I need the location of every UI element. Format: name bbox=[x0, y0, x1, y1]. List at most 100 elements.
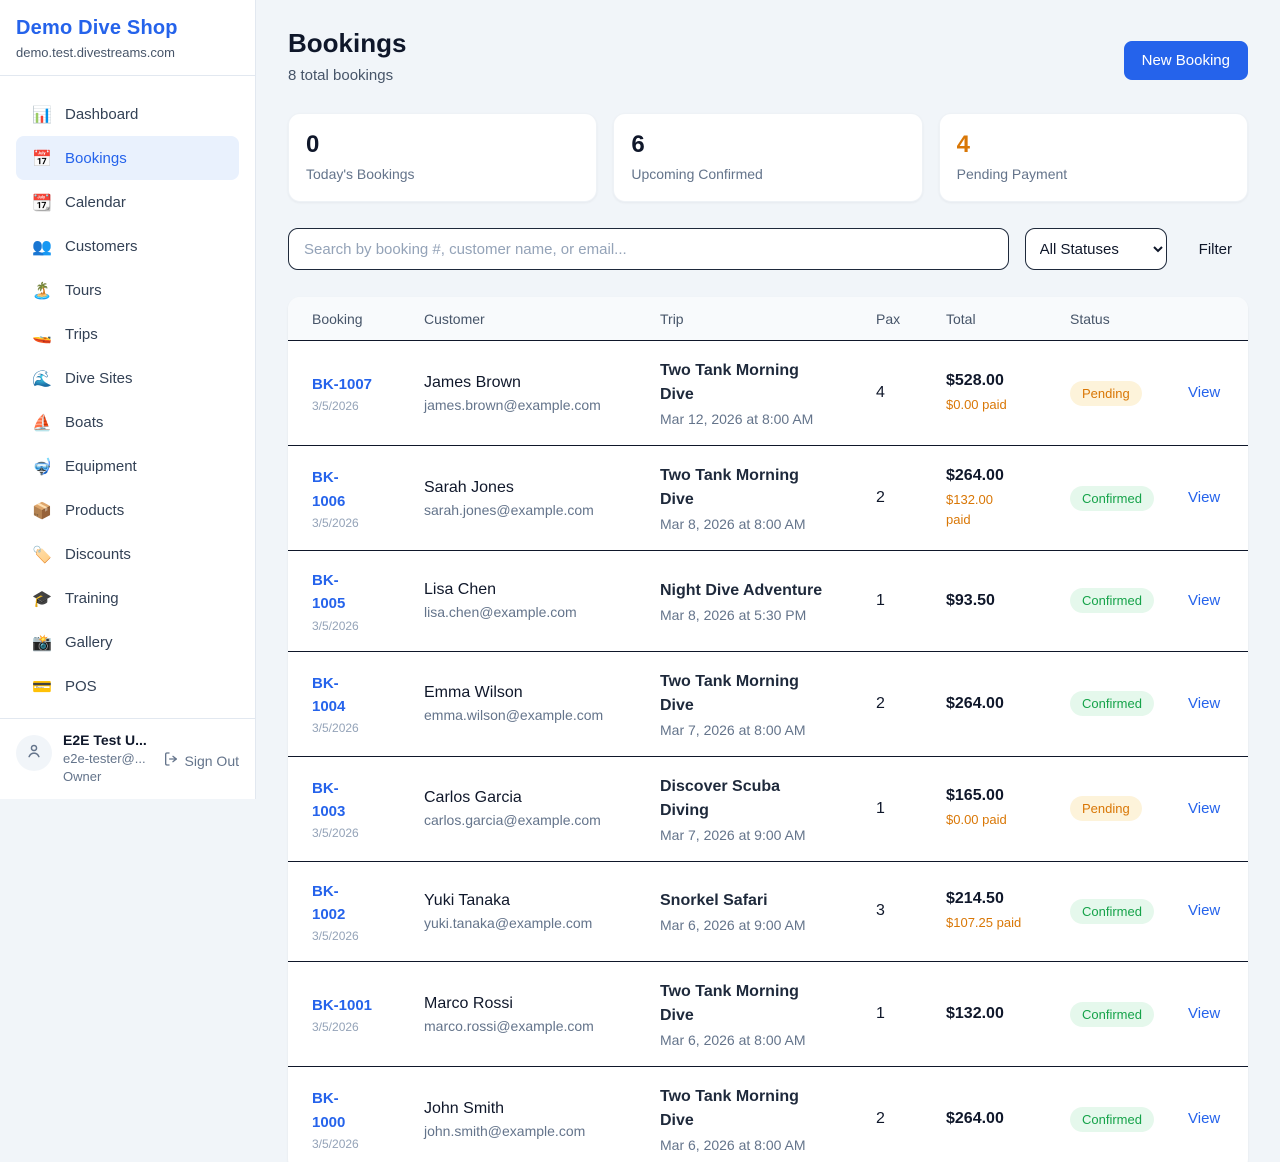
trip-name: Two Tank Morning Dive bbox=[660, 359, 876, 407]
trip-datetime: Mar 8, 2026 at 5:30 PM bbox=[660, 607, 876, 623]
page-header: Bookings 8 total bookings New Booking bbox=[288, 28, 1248, 84]
stats-row: 0 Today's Bookings 6 Upcoming Confirmed … bbox=[288, 113, 1248, 202]
sidebar-item-customers[interactable]: 👥Customers bbox=[16, 224, 239, 268]
sidebar-item-bookings[interactable]: 📅Bookings bbox=[16, 136, 239, 180]
graduation-cap-icon: 🎓 bbox=[32, 589, 52, 608]
trip-cell: Two Tank Morning DiveMar 6, 2026 at 8:00… bbox=[660, 1085, 876, 1153]
search-input[interactable] bbox=[288, 228, 1009, 270]
actions-cell: View bbox=[1188, 384, 1224, 402]
island-icon: 🏝️ bbox=[32, 281, 52, 300]
sidebar-item-tours[interactable]: 🏝️Tours bbox=[16, 268, 239, 312]
customer-email: sarah.jones@example.com bbox=[424, 502, 660, 518]
customer-email: marco.rossi@example.com bbox=[424, 1018, 660, 1034]
view-link[interactable]: View bbox=[1188, 800, 1220, 817]
new-booking-button[interactable]: New Booking bbox=[1124, 41, 1248, 80]
dive-mask-icon: 🤿 bbox=[32, 457, 52, 476]
sidebar-item-label: Discounts bbox=[65, 546, 131, 563]
pax-count: 1 bbox=[876, 800, 946, 818]
booking-id-link[interactable]: BK- 1003 bbox=[312, 777, 424, 824]
trip-datetime: Mar 8, 2026 at 8:00 AM bbox=[660, 516, 876, 532]
sidebar-item-label: Dive Sites bbox=[65, 370, 133, 387]
sign-out-button[interactable]: Sign Out bbox=[163, 751, 239, 770]
booking-cell: BK- 10053/5/2026 bbox=[312, 569, 424, 633]
view-link[interactable]: View bbox=[1188, 384, 1220, 401]
sidebar-item-gallery[interactable]: 📸Gallery bbox=[16, 620, 239, 664]
tag-icon: 🏷️ bbox=[32, 545, 52, 564]
paid-amount: $0.00 paid bbox=[946, 810, 1070, 830]
sidebar-item-calendar[interactable]: 📆Calendar bbox=[16, 180, 239, 224]
trip-name: Two Tank Morning Dive bbox=[660, 980, 876, 1028]
booking-id-link[interactable]: BK-1007 bbox=[312, 373, 424, 396]
view-link[interactable]: View bbox=[1188, 1005, 1220, 1022]
tear-calendar-icon: 📆 bbox=[32, 193, 52, 212]
total-cell: $264.00 bbox=[946, 1110, 1070, 1128]
bookings-table: Booking Customer Trip Pax Total Status B… bbox=[288, 297, 1248, 1162]
filter-button[interactable]: Filter bbox=[1183, 233, 1248, 266]
customer-email: carlos.garcia@example.com bbox=[424, 812, 660, 828]
total-cell: $264.00$132.00 paid bbox=[946, 467, 1070, 529]
customer-email: james.brown@example.com bbox=[424, 397, 660, 413]
customer-cell: John Smithjohn.smith@example.com bbox=[424, 1100, 660, 1139]
sidebar-item-products[interactable]: 📦Products bbox=[16, 488, 239, 532]
speedboat-icon: 🚤 bbox=[32, 325, 52, 344]
user-card: E2E Test U... e2e-tester@... Owner Sign … bbox=[0, 718, 255, 799]
status-cell: Confirmed bbox=[1070, 691, 1188, 716]
trip-datetime: Mar 7, 2026 at 9:00 AM bbox=[660, 827, 876, 843]
brand-domain: demo.test.divestreams.com bbox=[16, 45, 239, 60]
view-link[interactable]: View bbox=[1188, 592, 1220, 609]
trip-datetime: Mar 12, 2026 at 8:00 AM bbox=[660, 411, 876, 427]
status-badge: Confirmed bbox=[1070, 588, 1154, 613]
users-icon: 👥 bbox=[32, 237, 52, 256]
status-filter-select[interactable]: All Statuses bbox=[1025, 228, 1167, 270]
pax-count: 2 bbox=[876, 695, 946, 713]
pax-count: 1 bbox=[876, 1005, 946, 1023]
booking-id-link[interactable]: BK- 1006 bbox=[312, 466, 424, 513]
table-row: BK- 10033/5/2026Carlos Garciacarlos.garc… bbox=[288, 756, 1248, 861]
sidebar-item-trips[interactable]: 🚤Trips bbox=[16, 312, 239, 356]
customer-name: James Brown bbox=[424, 374, 660, 392]
trip-name: Snorkel Safari bbox=[660, 889, 876, 913]
trip-datetime: Mar 6, 2026 at 8:00 AM bbox=[660, 1137, 876, 1153]
sidebar-item-training[interactable]: 🎓Training bbox=[16, 576, 239, 620]
sidebar-item-label: Dashboard bbox=[65, 106, 138, 123]
status-badge: Pending bbox=[1070, 381, 1142, 406]
column-header-total: Total bbox=[946, 311, 1070, 327]
sidebar-item-discounts[interactable]: 🏷️ Discounts bbox=[16, 532, 239, 576]
customer-name: Carlos Garcia bbox=[424, 789, 660, 807]
table-row: BK- 10043/5/2026Emma Wilsonemma.wilson@e… bbox=[288, 651, 1248, 756]
sidebar-item-pos[interactable]: 💳POS bbox=[16, 664, 239, 708]
status-badge: Confirmed bbox=[1070, 691, 1154, 716]
status-cell: Confirmed bbox=[1070, 486, 1188, 511]
booking-id-link[interactable]: BK- 1004 bbox=[312, 672, 424, 719]
view-link[interactable]: View bbox=[1188, 1110, 1220, 1127]
view-link[interactable]: View bbox=[1188, 902, 1220, 919]
view-link[interactable]: View bbox=[1188, 695, 1220, 712]
booking-date: 3/5/2026 bbox=[312, 516, 424, 530]
main-content: Bookings 8 total bookings New Booking 0 … bbox=[256, 0, 1280, 1162]
booking-id-link[interactable]: BK- 1005 bbox=[312, 569, 424, 616]
sidebar-item-equipment[interactable]: 🤿Equipment bbox=[16, 444, 239, 488]
page-title: Bookings bbox=[288, 28, 406, 59]
status-badge: Confirmed bbox=[1070, 1002, 1154, 1027]
trip-cell: Snorkel SafariMar 6, 2026 at 9:00 AM bbox=[660, 889, 876, 933]
booking-id-link[interactable]: BK-1001 bbox=[312, 994, 424, 1017]
total-cell: $165.00$0.00 paid bbox=[946, 787, 1070, 830]
status-badge: Confirmed bbox=[1070, 899, 1154, 924]
view-link[interactable]: View bbox=[1188, 489, 1220, 506]
column-header-trip: Trip bbox=[660, 311, 876, 327]
status-badge: Confirmed bbox=[1070, 1107, 1154, 1132]
total-cell: $214.50$107.25 paid bbox=[946, 890, 1070, 933]
trip-name: Two Tank Morning Dive bbox=[660, 670, 876, 718]
sidebar-item-dive-sites[interactable]: 🌊Dive Sites bbox=[16, 356, 239, 400]
avatar bbox=[16, 735, 52, 771]
customer-cell: Carlos Garcia carlos.garcia@example.com bbox=[424, 789, 660, 828]
sidebar-item-label: Bookings bbox=[65, 150, 127, 167]
sidebar-item-boats[interactable]: ⛵Boats bbox=[16, 400, 239, 444]
total-amount: $528.00 bbox=[946, 372, 1070, 390]
trip-name: Night Dive Adventure bbox=[660, 579, 876, 603]
booking-id-link[interactable]: BK- 1000 bbox=[312, 1087, 424, 1134]
booking-id-link[interactable]: BK- 1002 bbox=[312, 880, 424, 927]
customer-email: emma.wilson@example.com bbox=[424, 707, 660, 723]
sidebar-item-dashboard[interactable]: 📊Dashboard bbox=[16, 92, 239, 136]
status-badge: Confirmed bbox=[1070, 486, 1154, 511]
